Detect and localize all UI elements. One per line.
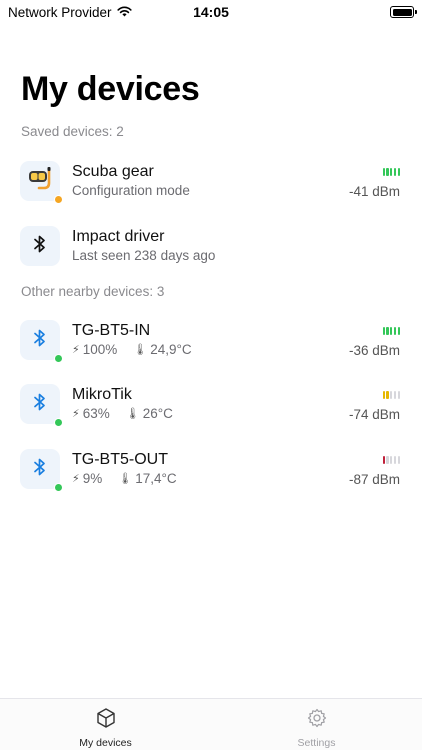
rssi-value: -41 dBm xyxy=(348,184,400,199)
device-name: MikroTik xyxy=(72,386,132,403)
temperature-value: 17,4°C xyxy=(135,471,177,486)
signal-bar xyxy=(397,391,400,399)
rssi-value: -74 dBm xyxy=(348,407,400,422)
battery-icon xyxy=(390,6,417,18)
device-icon xyxy=(20,449,63,492)
signal-bar xyxy=(386,327,389,335)
battery-level: 63% xyxy=(82,406,110,421)
tab-label: Settings xyxy=(297,737,336,749)
signal-strength-icon xyxy=(382,168,400,176)
signal-bar xyxy=(390,456,393,464)
rssi-value: -87 dBm xyxy=(348,472,400,487)
device-meta: ⚡︎ 100% 🌡︎ 24,9°C xyxy=(72,342,208,357)
status-dot xyxy=(54,418,63,427)
signal-bar xyxy=(386,168,389,176)
signal-bar xyxy=(390,168,393,176)
signal-bar xyxy=(397,456,400,464)
gear-icon xyxy=(306,707,328,732)
rssi-value: -36 dBm xyxy=(348,343,400,358)
device-name: TG-BT5-IN xyxy=(72,322,151,339)
signal-strength-icon xyxy=(382,327,400,335)
tab-label: My devices xyxy=(79,737,132,749)
cube-icon xyxy=(95,707,117,732)
device-meta: ⚡︎ 63% 🌡︎ 26°C xyxy=(72,406,189,421)
signal-strength-icon xyxy=(382,391,400,399)
device-meta: ⚡︎ 9% 🌡︎ 17,4°C xyxy=(72,471,193,486)
device-row-mikrotik[interactable]: MikroTik ⚡︎ 63% 🌡︎ 26°C -74 dBm xyxy=(0,384,422,436)
device-name: Scuba gear xyxy=(72,163,154,180)
page-title: My devices xyxy=(21,70,200,108)
status-time: 14:05 xyxy=(193,4,229,20)
signal-strength-icon xyxy=(382,456,400,464)
device-row-scuba-gear[interactable]: Scuba gear Configuration mode -41 dBm xyxy=(0,161,422,213)
signal-bar xyxy=(397,168,400,176)
device-row-impact-driver[interactable]: Impact driver Last seen 238 days ago xyxy=(0,226,422,278)
saved-devices-label: Saved devices: 2 xyxy=(21,124,124,139)
status-dot xyxy=(54,354,63,363)
tab-bar: My devices Settings xyxy=(0,698,422,750)
signal-bar xyxy=(382,168,385,176)
lightning-icon: ⚡︎ xyxy=(72,473,80,485)
bluetooth-icon xyxy=(33,457,47,482)
device-icon xyxy=(20,384,63,427)
last-seen-text: Last seen 238 days ago xyxy=(72,248,216,263)
temperature-value: 24,9°C xyxy=(150,342,192,357)
battery-level: 100% xyxy=(82,342,118,357)
wifi-icon xyxy=(116,5,132,20)
bluetooth-icon xyxy=(33,392,47,417)
bluetooth-icon xyxy=(33,328,47,353)
signal-bar xyxy=(382,456,385,464)
signal-bar xyxy=(394,456,397,464)
signal-bar xyxy=(382,327,385,335)
battery-level: 9% xyxy=(82,471,103,486)
signal-bar xyxy=(397,327,400,335)
device-subtitle: Configuration mode xyxy=(72,183,190,198)
status-dot xyxy=(54,483,63,492)
device-subtitle: Last seen 238 days ago xyxy=(72,248,215,263)
status-bar: Network Provider 14:05 xyxy=(0,0,422,24)
signal-bar xyxy=(390,391,393,399)
signal-bar xyxy=(394,327,397,335)
signal-bar xyxy=(394,168,397,176)
device-name: Impact driver xyxy=(72,228,165,245)
thermometer-icon: 🌡︎ xyxy=(118,473,133,485)
tab-settings[interactable]: Settings xyxy=(211,699,422,750)
device-status-text: Configuration mode xyxy=(72,183,190,198)
diving-mask-icon xyxy=(26,166,54,197)
nearby-devices-label: Other nearby devices: 3 xyxy=(21,284,165,299)
thermometer-icon: 🌡︎ xyxy=(125,408,140,420)
lightning-icon: ⚡︎ xyxy=(72,408,80,420)
device-name: TG-BT5-OUT xyxy=(72,451,168,468)
tab-my-devices[interactable]: My devices xyxy=(0,699,211,750)
signal-bar xyxy=(386,456,389,464)
device-row-tg-bt5-in[interactable]: TG-BT5-IN ⚡︎ 100% 🌡︎ 24,9°C -36 dBm xyxy=(0,320,422,372)
thermometer-icon: 🌡︎ xyxy=(133,344,148,356)
device-row-tg-bt5-out[interactable]: TG-BT5-OUT ⚡︎ 9% 🌡︎ 17,4°C -87 dBm xyxy=(0,449,422,501)
signal-bar xyxy=(394,391,397,399)
signal-bar xyxy=(382,391,385,399)
carrier-label: Network Provider xyxy=(8,4,112,20)
device-icon xyxy=(20,226,60,266)
bluetooth-icon xyxy=(33,234,47,259)
signal-bar xyxy=(386,391,389,399)
temperature-value: 26°C xyxy=(142,406,173,421)
lightning-icon: ⚡︎ xyxy=(72,344,80,356)
signal-bar xyxy=(390,327,393,335)
device-icon xyxy=(20,161,63,204)
status-dot xyxy=(54,195,63,204)
device-icon xyxy=(20,320,63,363)
